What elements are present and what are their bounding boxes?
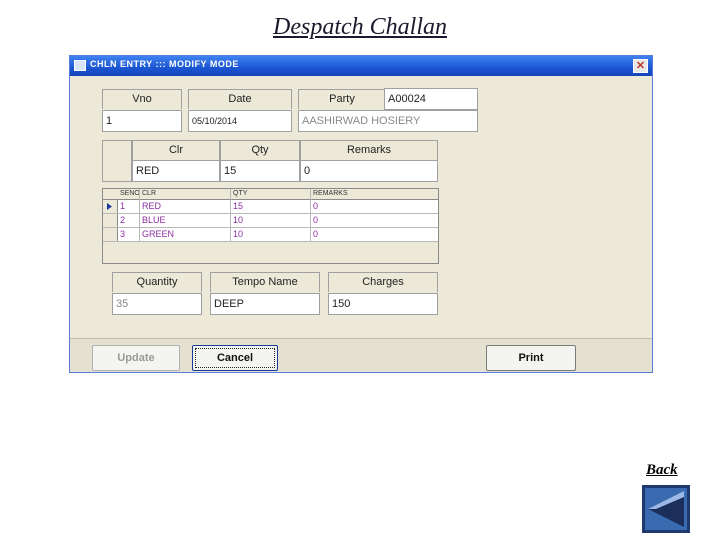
app-icon bbox=[74, 60, 86, 71]
grid-col-remarks[interactable]: REMARKS bbox=[313, 190, 348, 197]
close-button[interactable]: ✕ bbox=[633, 59, 648, 73]
grid-divider bbox=[139, 189, 140, 242]
table-row[interactable]: 3 GREEN 10 0 bbox=[103, 228, 438, 242]
row-selector[interactable] bbox=[103, 214, 118, 227]
back-arrow-icon[interactable] bbox=[642, 485, 690, 533]
party-code-field[interactable]: A00024 bbox=[384, 88, 478, 110]
grid-divider bbox=[230, 189, 231, 242]
qty-label: Qty bbox=[220, 140, 300, 160]
party-name-field[interactable]: AASHIRWAD HOSIERY bbox=[298, 110, 478, 132]
clr-label: Clr bbox=[132, 140, 220, 160]
grid-cell-qty: 10 bbox=[233, 215, 244, 225]
slide-title: Despatch Challan bbox=[273, 14, 447, 40]
grid-cell-clr: GREEN bbox=[142, 229, 175, 239]
grid-cell-remarks: 0 bbox=[313, 215, 319, 225]
vno-field[interactable]: 1 bbox=[102, 110, 182, 132]
grid-cell-qty: 15 bbox=[233, 201, 244, 211]
date-label: Date bbox=[188, 89, 292, 109]
window-titlebar[interactable]: CHLN ENTRY ::: MODIFY MODE ✕ bbox=[70, 56, 652, 76]
qty-field[interactable]: 15 bbox=[220, 160, 300, 182]
grid-cell-qty: 10 bbox=[233, 229, 244, 239]
row-selector[interactable] bbox=[103, 200, 118, 213]
date-field[interactable]: 05/10/2014 bbox=[188, 110, 292, 132]
grid-cell-remarks: 0 bbox=[313, 229, 319, 239]
grid-cell-seno: 2 bbox=[120, 215, 126, 225]
charges-field[interactable]: 150 bbox=[328, 293, 438, 315]
grid-header: SENO CLR QTY REMARKS bbox=[103, 189, 438, 200]
grid-cell-seno: 3 bbox=[120, 229, 126, 239]
print-button[interactable]: Print bbox=[486, 345, 576, 371]
close-icon: ✕ bbox=[635, 60, 646, 72]
back-link[interactable]: Back bbox=[646, 462, 678, 479]
grid-cell-seno: 1 bbox=[120, 201, 126, 211]
table-row[interactable]: 1 RED 15 0 bbox=[103, 200, 438, 214]
grid-cell-clr: BLUE bbox=[142, 215, 166, 225]
chln-entry-window: CHLN ENTRY ::: MODIFY MODE ✕ Vno Date Pa… bbox=[69, 55, 653, 373]
line-entry-selector bbox=[102, 140, 132, 182]
quantity-field[interactable]: 35 bbox=[112, 293, 202, 315]
current-row-arrow-icon bbox=[107, 203, 112, 210]
grid-col-qty[interactable]: QTY bbox=[233, 190, 247, 197]
table-row[interactable]: 2 BLUE 10 0 bbox=[103, 214, 438, 228]
vno-label: Vno bbox=[102, 89, 182, 109]
update-button[interactable]: Update bbox=[92, 345, 180, 371]
grid-col-seno[interactable]: SENO bbox=[120, 190, 140, 197]
window-title: CHLN ENTRY ::: MODIFY MODE bbox=[90, 59, 239, 69]
tempo-name-label: Tempo Name bbox=[210, 272, 320, 292]
grid-col-clr[interactable]: CLR bbox=[142, 190, 156, 197]
grid-divider bbox=[310, 189, 311, 242]
row-selector[interactable] bbox=[103, 228, 118, 241]
items-grid[interactable]: SENO CLR QTY REMARKS 1 RED 15 0 2 BLUE 1… bbox=[102, 188, 439, 264]
remarks-field[interactable]: 0 bbox=[300, 160, 438, 182]
cancel-button[interactable]: Cancel bbox=[192, 345, 278, 371]
clr-field[interactable]: RED bbox=[132, 160, 220, 182]
charges-label: Charges bbox=[328, 272, 438, 292]
quantity-label: Quantity bbox=[112, 272, 202, 292]
grid-cell-clr: RED bbox=[142, 201, 162, 211]
tempo-name-field[interactable]: DEEP bbox=[210, 293, 320, 315]
remarks-label: Remarks bbox=[300, 140, 438, 160]
grid-cell-remarks: 0 bbox=[313, 201, 319, 211]
party-label: Party bbox=[298, 89, 386, 109]
